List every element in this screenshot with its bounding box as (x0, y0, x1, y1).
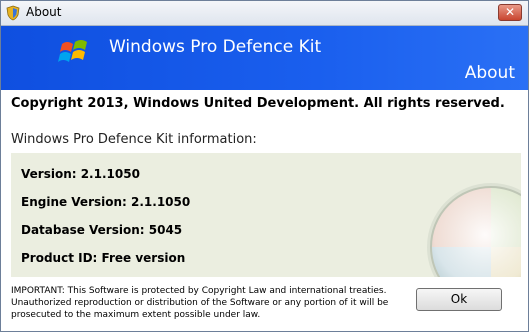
legal-notice: IMPORTANT: This Software is protected by… (11, 285, 411, 321)
about-dialog: About ✕ Windows Pro Defence Kit About Co… (0, 0, 529, 332)
header-banner: Windows Pro Defence Kit About (1, 26, 528, 90)
product-id-text: Product ID: Free version (21, 251, 186, 265)
app-shield-icon (6, 5, 20, 21)
engine-version-text: Engine Version: 2.1.1050 (21, 195, 191, 209)
title-bar[interactable]: About ✕ (1, 1, 528, 26)
info-panel: Version: 2.1.1050 Engine Version: 2.1.10… (11, 153, 521, 277)
banner-section-label: About (464, 63, 515, 83)
legal-notice-line: prosecuted to the maximum extent possibl… (11, 310, 261, 320)
ok-button[interactable]: Ok (416, 288, 502, 311)
version-text: Version: 2.1.1050 (21, 167, 140, 181)
copyright-text: Copyright 2013, Windows United Developme… (11, 96, 505, 111)
window-title: About (26, 5, 62, 19)
legal-notice-line: Unauthorized reproduction or distributio… (11, 298, 389, 308)
info-heading: Windows Pro Defence Kit information: (11, 132, 257, 147)
product-name: Windows Pro Defence Kit (109, 37, 322, 57)
database-version-text: Database Version: 5045 (21, 223, 183, 237)
close-icon: ✕ (504, 5, 516, 19)
windows-orb-watermark (427, 183, 521, 277)
legal-notice-line: IMPORTANT: This Software is protected by… (11, 286, 387, 296)
close-button[interactable]: ✕ (498, 4, 522, 21)
windows-flag-logo (58, 40, 87, 62)
